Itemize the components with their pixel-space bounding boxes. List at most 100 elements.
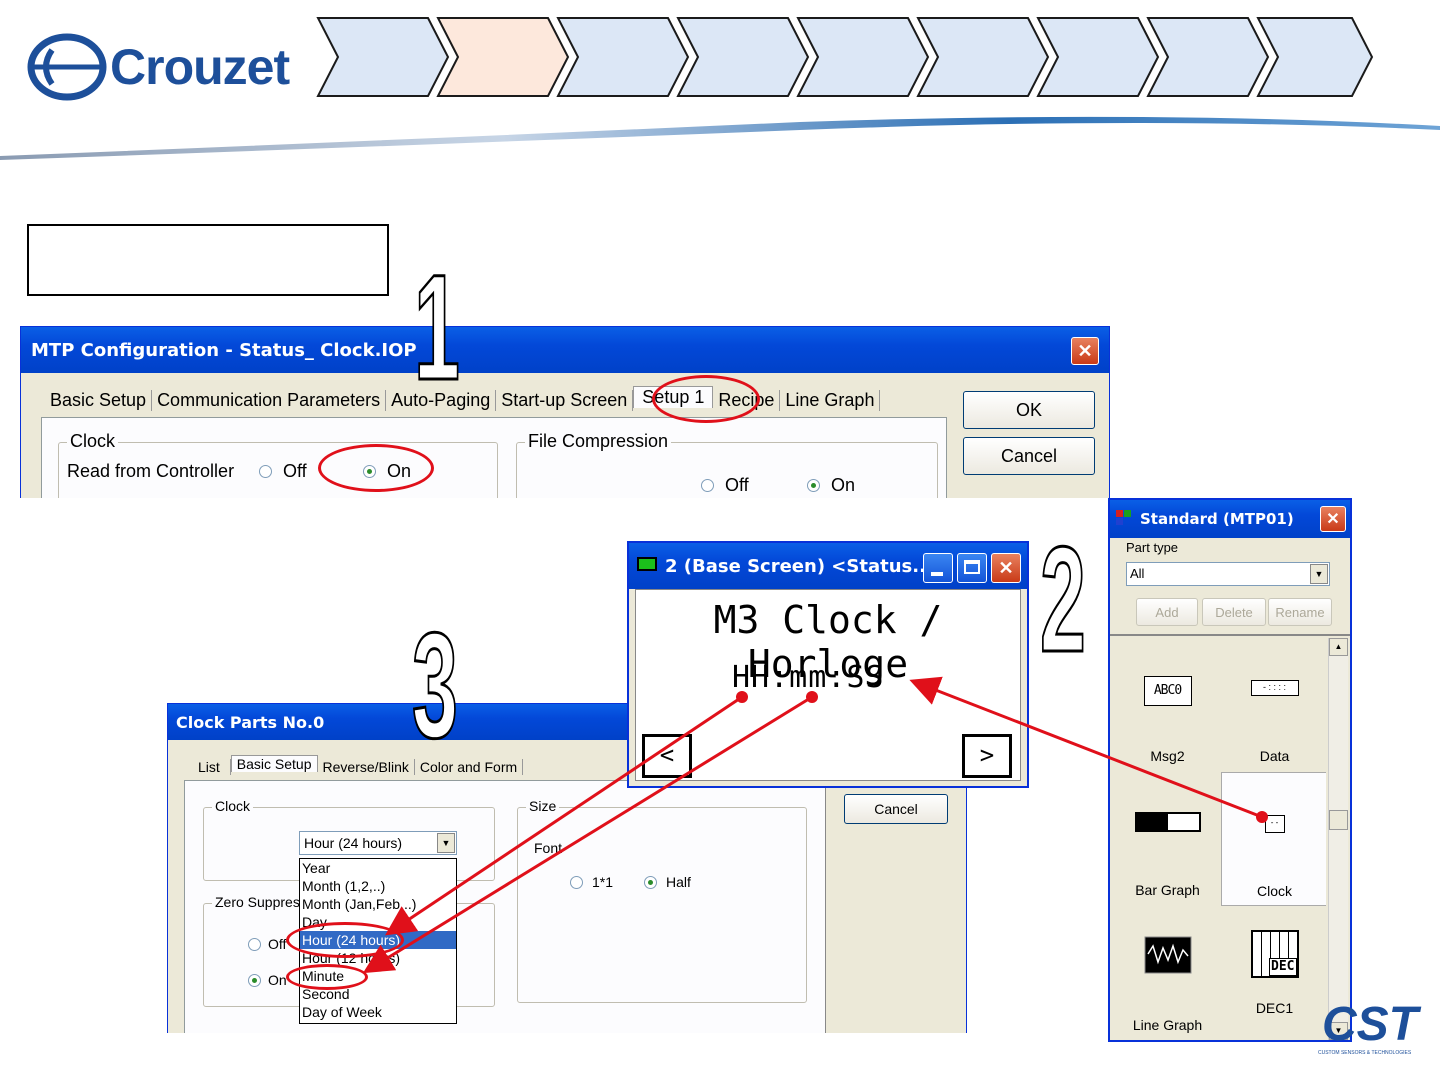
scroll-up-icon[interactable]: ▲ [1329, 638, 1348, 656]
highlight-clock-on [318, 444, 434, 492]
font-half-radio[interactable] [644, 876, 657, 889]
part-label: Bar Graph [1135, 882, 1200, 898]
fc-off-radio[interactable] [701, 479, 714, 492]
chevron-down-icon[interactable]: ▼ [1310, 564, 1328, 584]
clock-field-select[interactable]: Hour (24 hours) ▼ [299, 831, 457, 855]
clock-group-label: Clock [67, 431, 119, 452]
zero-suppress-label: Zero Suppress [212, 894, 306, 910]
part-label: Msg2 [1150, 748, 1185, 764]
zs-on-label: On [268, 972, 287, 988]
part-label: Data [1259, 748, 1290, 764]
size-group: Size Font 1*1 Half [517, 798, 807, 1003]
minimize-icon[interactable] [923, 553, 953, 583]
tab-reverse-blink[interactable]: Reverse/Blink [318, 759, 415, 775]
parts-list: ABC0 Msg2 - : : : : Data Bar Graph - - C… [1114, 638, 1326, 1040]
dropdown-option[interactable]: Month (Jan,Feb,..) [300, 895, 456, 913]
maximize-icon[interactable] [957, 553, 987, 583]
chevron-down-icon[interactable]: ▼ [437, 833, 455, 853]
fc-off-label: Off [725, 475, 749, 495]
crouzet-logo: Crouzet [22, 30, 312, 110]
slide-title-box [27, 224, 389, 296]
clock-field-selected: Hour (24 hours) [304, 835, 403, 851]
part-msg2[interactable]: ABC0 Msg2 [1114, 638, 1221, 772]
rename-part-button[interactable]: Rename [1268, 598, 1332, 626]
cst-logo-text: CST [1322, 998, 1418, 1051]
bar-graph-icon [1134, 812, 1201, 832]
zs-off-label: Off [268, 936, 287, 952]
scrollbar-thumb[interactable] [1329, 810, 1348, 830]
prev-page-button[interactable]: < [642, 734, 692, 778]
tab-basic-setup-cp[interactable]: Basic Setup [230, 755, 318, 772]
font-1x1-label: 1*1 [592, 874, 614, 890]
highlight-setup1-tab [652, 375, 760, 423]
delete-part-button[interactable]: Delete [1202, 598, 1266, 626]
clock-off-radio[interactable] [259, 465, 272, 478]
cancel-button[interactable]: Cancel [963, 437, 1095, 475]
process-chevrons [316, 17, 1374, 97]
header-swoosh [0, 116, 1440, 160]
close-icon[interactable]: ✕ [991, 553, 1021, 583]
font-1x1-radio[interactable] [570, 876, 583, 889]
cst-logo: CST CUSTOM SENSORS & TECHNOLOGIES [1314, 1000, 1424, 1060]
file-compression-label: File Compression [525, 431, 672, 452]
fc-on-radio[interactable] [807, 479, 820, 492]
mtp-config-window: MTP Configuration - Status_ Clock.IOP ✕ … [20, 326, 1110, 498]
part-dec1[interactable]: DEC DEC1 [1221, 906, 1326, 1040]
step-number-3: 3 [411, 601, 459, 769]
close-icon[interactable]: ✕ [1320, 506, 1346, 532]
base-screen-title: 2 (Base Screen) <Status... [665, 555, 933, 577]
part-label: Clock [1256, 883, 1292, 899]
standard-parts-panel: Standard (MTP01) ✕ Part type All ▼ Add D… [1108, 498, 1352, 1042]
dropdown-option[interactable]: Day of Week [300, 1003, 456, 1021]
tab-line-graph[interactable]: Line Graph [780, 390, 881, 411]
part-data[interactable]: - : : : : Data [1221, 638, 1326, 772]
standard-panel-titlebar[interactable]: Standard (MTP01) [1110, 500, 1350, 538]
add-part-button[interactable]: Add [1136, 598, 1198, 626]
step-number-1: 1 [413, 243, 461, 411]
zs-on-radio[interactable] [248, 974, 261, 987]
dec-icon: DEC [1250, 930, 1299, 978]
ok-button[interactable]: OK [963, 391, 1095, 429]
clock-parts-tab-panel: Clock Zero Suppress Off On Size Font 1*1… [184, 780, 826, 1033]
clock-display: HH:mm:SS [732, 660, 885, 695]
clock-parts-title: Clock Parts No.0 [176, 712, 325, 732]
clock-off-label: Off [283, 461, 307, 481]
step-number-2: 2 [1039, 515, 1087, 683]
parts-scrollbar[interactable]: ▲ ▼ [1328, 638, 1348, 1040]
tab-communication-parameters[interactable]: Communication Parameters [152, 390, 387, 411]
clock-icon: - - [1264, 815, 1285, 833]
part-type-select[interactable]: All ▼ [1126, 562, 1330, 586]
base-screen-window: 2 (Base Screen) <Status... ✕ M3 Clock / … [627, 541, 1029, 788]
zs-off-radio[interactable] [248, 938, 261, 951]
data-icon: - : : : : [1250, 680, 1299, 696]
crouzet-logo-icon [27, 33, 107, 101]
fc-on-label: On [831, 475, 856, 495]
cp-divider [825, 774, 826, 1033]
base-screen-canvas: M3 Clock / Horloge HH:mm:SS < > [635, 589, 1021, 781]
next-page-button[interactable]: > [962, 734, 1012, 778]
parts-icon [1116, 510, 1132, 526]
tab-start-up-screen[interactable]: Start-up Screen [496, 390, 634, 411]
panel-divider [1110, 634, 1350, 636]
part-line-graph[interactable]: Line Graph [1114, 906, 1221, 1040]
tab-list[interactable]: List [188, 759, 231, 775]
screen-icon [637, 557, 657, 571]
mtp-config-titlebar[interactable]: MTP Configuration - Status_ Clock.IOP [21, 327, 1109, 373]
size-group-label: Size [526, 798, 560, 814]
read-from-controller-label: Read from Controller [67, 461, 235, 481]
cp-clock-group-label: Clock [212, 798, 254, 814]
dropdown-option[interactable]: Month (1,2,..) [300, 877, 456, 895]
font-half-label: Half [666, 874, 691, 890]
part-bar-graph[interactable]: Bar Graph [1114, 772, 1221, 906]
tab-basic-setup[interactable]: Basic Setup [45, 390, 153, 411]
part-label: DEC1 [1255, 1000, 1294, 1016]
close-icon[interactable]: ✕ [1071, 337, 1099, 365]
part-type-label: Part type [1126, 540, 1179, 555]
highlight-hour-24 [286, 922, 404, 958]
part-type-value: All [1130, 566, 1145, 581]
dec-icon-label: DEC [1269, 958, 1297, 976]
highlight-minute [286, 964, 368, 990]
cp-cancel-button[interactable]: Cancel [844, 794, 948, 824]
part-clock[interactable]: - - Clock [1221, 772, 1326, 906]
dropdown-option[interactable]: Year [300, 859, 456, 877]
